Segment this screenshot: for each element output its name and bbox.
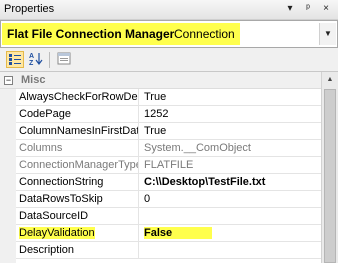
property-row[interactable]: ColumnNamesInFirstDataRowTrue [16,123,321,140]
property-row[interactable]: Columns System.__ComObject [16,140,321,157]
property-name: DataRowsToSkip [16,191,139,207]
property-name: Description [16,242,139,258]
property-row[interactable]: AlwaysCheckForRowDelim True [16,89,321,106]
property-name: DelayValidation [16,225,139,241]
property-name: CodePage [16,106,139,122]
property-value[interactable] [140,208,321,224]
collapse-icon[interactable]: − [4,76,13,85]
property-value[interactable]: 0 [140,191,321,207]
vertical-scrollbar[interactable]: ▲ [321,72,338,263]
property-row[interactable]: ConnectionManagerType FLATFILE [16,157,321,174]
property-name: ConnectionString [16,174,139,190]
property-value[interactable]: True [140,89,321,105]
auto-hide-pin-icon[interactable]: ᵖ [301,2,315,16]
property-value[interactable]: 1252 [140,106,321,122]
property-row[interactable]: Description [16,242,321,259]
object-selector-dropdown[interactable]: Flat File Connection Manager Connection … [0,20,338,48]
property-grid-gutter [0,72,16,263]
scrollbar-thumb[interactable] [324,89,336,263]
svg-text:Z: Z [29,60,34,66]
property-row[interactable]: DataRowsToSkip 0 [16,191,321,208]
object-type: Connection [174,27,235,41]
property-name: ConnectionManagerType [16,157,139,173]
property-pages-icon[interactable] [55,51,73,68]
window-title: Properties [4,3,55,15]
property-value[interactable]: True [140,123,321,139]
properties-title-bar: Properties ▾ ᵖ × [0,0,338,20]
property-value: System.__ComObject [144,142,251,154]
property-value[interactable]: False [140,225,321,241]
scroll-up-arrow-icon[interactable]: ▲ [322,72,338,88]
property-value[interactable] [140,242,321,258]
chevron-down-icon[interactable]: ▼ [319,23,336,45]
highlighted-property-value: False [144,227,213,239]
property-row[interactable]: DelayValidation False [16,225,321,242]
toolbar-separator [49,52,50,68]
property-row[interactable]: CodePage 1252 [16,106,321,123]
property-row[interactable]: ConnectionString C:\\Desktop\TestFile.txt [16,174,321,191]
category-label: Misc [21,74,46,86]
close-icon[interactable]: × [319,2,333,16]
property-grid: − Misc AlwaysCheckForRowDelim True CodePag… [0,72,338,263]
svg-text:A: A [29,53,34,60]
alphabetical-sort-icon[interactable]: A Z [27,51,45,68]
highlighted-property-name: DelayValidation [19,227,95,239]
property-name: ColumnNamesInFirstDataRow [16,123,139,139]
property-value: FLATFILE [144,159,194,171]
properties-toolbar: A Z [0,48,338,72]
window-position-dropdown-icon[interactable]: ▾ [283,2,297,16]
property-name: Columns [16,140,139,156]
property-name: DataSourceID [16,208,139,224]
category-row-misc[interactable]: − Misc [0,72,321,89]
property-value[interactable]: C:\\Desktop\TestFile.txt [140,174,321,190]
property-name: AlwaysCheckForRowDelim [16,89,139,105]
object-name: Flat File Connection Manager [7,27,175,41]
categorized-view-icon[interactable] [6,51,24,68]
property-row[interactable]: DataSourceID [16,208,321,225]
